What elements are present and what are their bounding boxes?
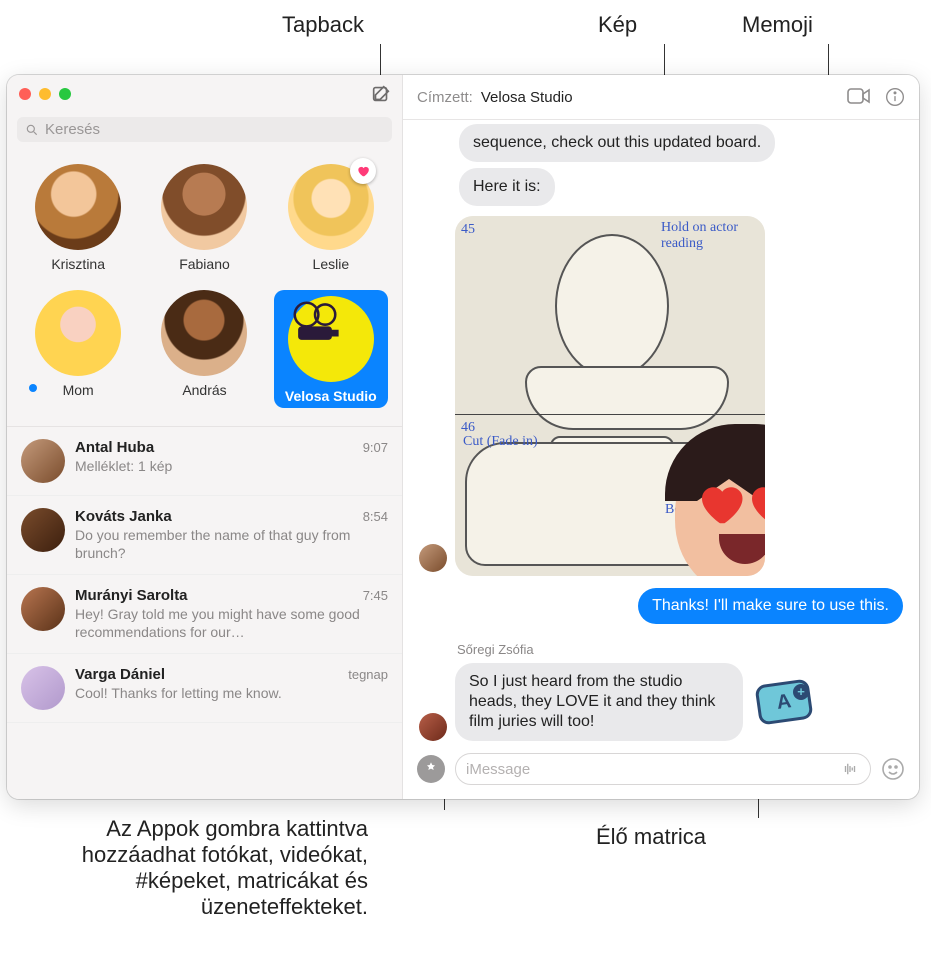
conversation-time: 7:45 [363, 588, 388, 603]
incoming-message: So I just heard from the studio heads, t… [455, 663, 743, 741]
search-input[interactable]: Keresés [17, 117, 392, 142]
heart-eyes-icon [693, 476, 747, 530]
image-attachment[interactable]: 45 Hold on actor reading 46 Cut (Fade in… [455, 216, 765, 576]
avatar [161, 164, 247, 250]
pinned-name: Velosa Studio [274, 388, 388, 404]
pinned-name: Krisztina [21, 256, 135, 272]
unread-dot-icon [29, 384, 37, 392]
conversation-preview: Do you remember the name of that guy fro… [75, 527, 388, 562]
callout-apps: Az Appok gombra kattintva hozzáadhat fot… [58, 816, 368, 920]
message-thread[interactable]: sequence, check out this updated board. … [403, 120, 919, 745]
info-button[interactable] [885, 87, 905, 107]
conversation-name: Kováts Janka [75, 508, 172, 525]
search-icon [25, 123, 39, 137]
search-placeholder: Keresés [45, 121, 100, 138]
dictation-button[interactable] [840, 760, 860, 778]
appstore-icon [423, 761, 439, 777]
avatar [21, 666, 65, 710]
compose-bar: iMessage [403, 745, 919, 799]
messages-window: Keresés Krisztina Fabiano Leslie [7, 75, 919, 799]
pinned-conversations: Krisztina Fabiano Leslie Mom András [7, 150, 402, 426]
avatar [21, 439, 65, 483]
conversation-time: 8:54 [363, 509, 388, 524]
smiley-icon [881, 757, 905, 781]
window-controls-row [7, 75, 402, 111]
pinned-item-mom[interactable]: Mom [21, 290, 135, 408]
conversation-name: Murányi Sarolta [75, 587, 188, 604]
tapback-heart-icon [350, 158, 376, 184]
callout-sticker: Élő matrica [596, 824, 706, 850]
pinned-item-fabiano[interactable]: Fabiano [147, 164, 261, 272]
live-sticker[interactable]: A + [757, 682, 811, 722]
callout-image: Kép [598, 12, 637, 38]
image-annotation: Hold on actor reading [661, 220, 751, 252]
sender-avatar [419, 713, 447, 741]
list-item[interactable]: Antal Huba 9:07 Melléklet: 1 kép [7, 427, 402, 496]
conversation-time: tegnap [348, 667, 388, 682]
facetime-button[interactable] [847, 87, 871, 107]
recipient-name[interactable]: Velosa Studio [481, 89, 573, 106]
list-item[interactable]: Murányi Sarolta 7:45 Hey! Gray told me yo… [7, 575, 402, 654]
incoming-message: Here it is: [459, 168, 555, 206]
sidebar: Keresés Krisztina Fabiano Leslie [7, 75, 403, 799]
projector-icon [288, 296, 342, 350]
conversation-time: 9:07 [363, 440, 388, 455]
message-placeholder: iMessage [466, 761, 530, 778]
plus-icon: + [793, 684, 809, 700]
conversation-list: Antal Huba 9:07 Melléklet: 1 kép Kováts J… [7, 426, 402, 799]
outgoing-message: Thanks! I'll make sure to use this. [638, 588, 903, 624]
callout-memoji: Memoji [742, 12, 813, 38]
avatar [161, 290, 247, 376]
close-window-button[interactable] [19, 88, 31, 100]
message-input[interactable]: iMessage [455, 753, 871, 785]
traffic-lights[interactable] [19, 88, 71, 100]
avatar [35, 164, 121, 250]
conversation-name: Antal Huba [75, 439, 154, 456]
waveform-icon [840, 760, 860, 778]
incoming-message: sequence, check out this updated board. [459, 124, 775, 162]
callout-tapback: Tapback [282, 12, 364, 38]
avatar [21, 508, 65, 552]
pinned-item-leslie[interactable]: Leslie [274, 164, 388, 272]
sketch-icon [525, 366, 729, 430]
image-annotation: Cut (Fade in) [463, 434, 543, 450]
pinned-name: András [147, 382, 261, 398]
divider [455, 414, 765, 415]
conversation-preview: Melléklet: 1 kép [75, 458, 388, 476]
sender-label: Sőregi Zsófia [457, 642, 903, 657]
conversation-preview: Hey! Gray told me you might have some go… [75, 606, 388, 641]
pinned-name: Mom [21, 382, 135, 398]
minimize-window-button[interactable] [39, 88, 51, 100]
avatar [288, 296, 374, 382]
list-item[interactable]: Kováts Janka 8:54 Do you remember the nam… [7, 496, 402, 575]
to-label: Címzett: [417, 89, 473, 106]
emoji-button[interactable] [881, 757, 905, 781]
memoji-sticker [665, 424, 765, 576]
compose-button[interactable] [370, 83, 392, 105]
avatar [21, 587, 65, 631]
pinned-name: Fabiano [147, 256, 261, 272]
conversation-pane: Címzett: Velosa Studio sequence, check o… [403, 75, 919, 799]
pinned-item-velosa-studio[interactable]: Velosa Studio [274, 290, 388, 408]
sketch-icon [555, 234, 669, 378]
maximize-window-button[interactable] [59, 88, 71, 100]
pinned-item-andras[interactable]: András [147, 290, 261, 408]
conversation-name: Varga Dániel [75, 666, 165, 683]
conversation-preview: Cool! Thanks for letting me know. [75, 685, 388, 703]
sender-avatar [419, 544, 447, 572]
pinned-item-krisztina[interactable]: Krisztina [21, 164, 135, 272]
conversation-header: Címzett: Velosa Studio [403, 75, 919, 120]
heart-eyes-icon [743, 476, 765, 530]
list-item[interactable]: Varga Dániel tegnap Cool! Thanks for lett… [7, 654, 402, 723]
pinned-name: Leslie [274, 256, 388, 272]
image-annotation: 45 [461, 222, 475, 238]
apps-button[interactable] [417, 755, 445, 783]
avatar [35, 290, 121, 376]
